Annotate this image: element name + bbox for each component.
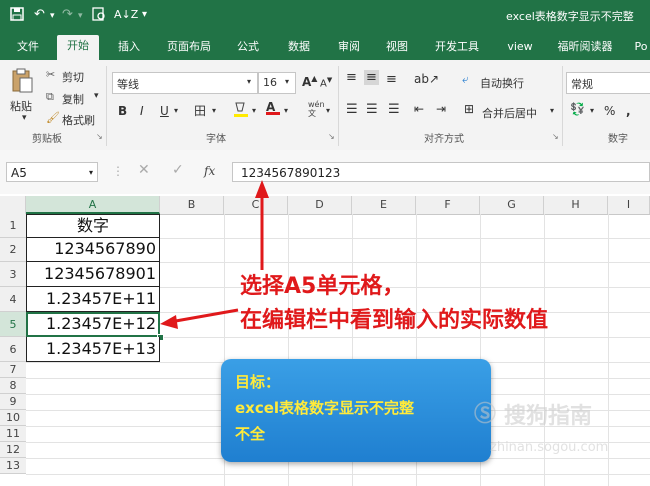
- watermark-brand: 搜狗指南: [504, 404, 593, 429]
- watermark-url: zhinan.sogou.com: [490, 440, 609, 455]
- goal-line-2: excel表格数字显示不完整: [235, 399, 415, 417]
- annotation-line-2: 在编辑栏中看到输入的实际数值: [240, 308, 549, 333]
- watermark-logo-icon: Ⓢ: [474, 402, 497, 427]
- goal-callout: 目标： excel表格数字显示不完整 不全: [221, 359, 491, 462]
- annotation-line-1: 选择A5单元格，: [240, 274, 405, 299]
- goal-line-1: 目标：: [235, 373, 281, 391]
- goal-line-3: 不全: [235, 425, 266, 443]
